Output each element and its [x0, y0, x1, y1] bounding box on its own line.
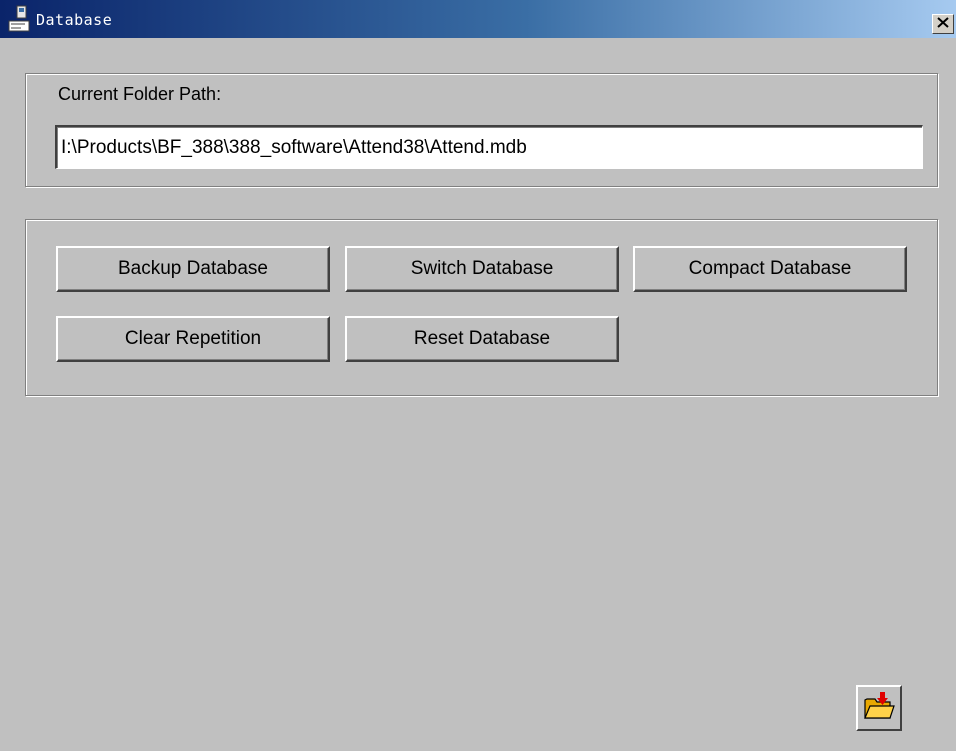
- reset-database-button[interactable]: Reset Database: [345, 316, 619, 362]
- compact-database-button[interactable]: Compact Database: [633, 246, 907, 292]
- clear-repetition-button[interactable]: Clear Repetition: [56, 316, 330, 362]
- title-bar[interactable]: Database: [0, 0, 956, 38]
- open-folder-button[interactable]: [856, 685, 902, 731]
- database-app-icon: [8, 5, 36, 35]
- backup-database-button[interactable]: Backup Database: [56, 246, 330, 292]
- window-title: Database: [36, 11, 113, 29]
- open-folder-icon: [863, 691, 895, 726]
- close-icon: [937, 15, 949, 33]
- current-folder-label: Current Folder Path:: [58, 84, 222, 104]
- database-window: Database Current Folder Path: Backup Dat…: [0, 0, 956, 751]
- switch-database-button[interactable]: Switch Database: [345, 246, 619, 292]
- folder-path-field[interactable]: [55, 125, 923, 169]
- close-button[interactable]: [932, 14, 954, 34]
